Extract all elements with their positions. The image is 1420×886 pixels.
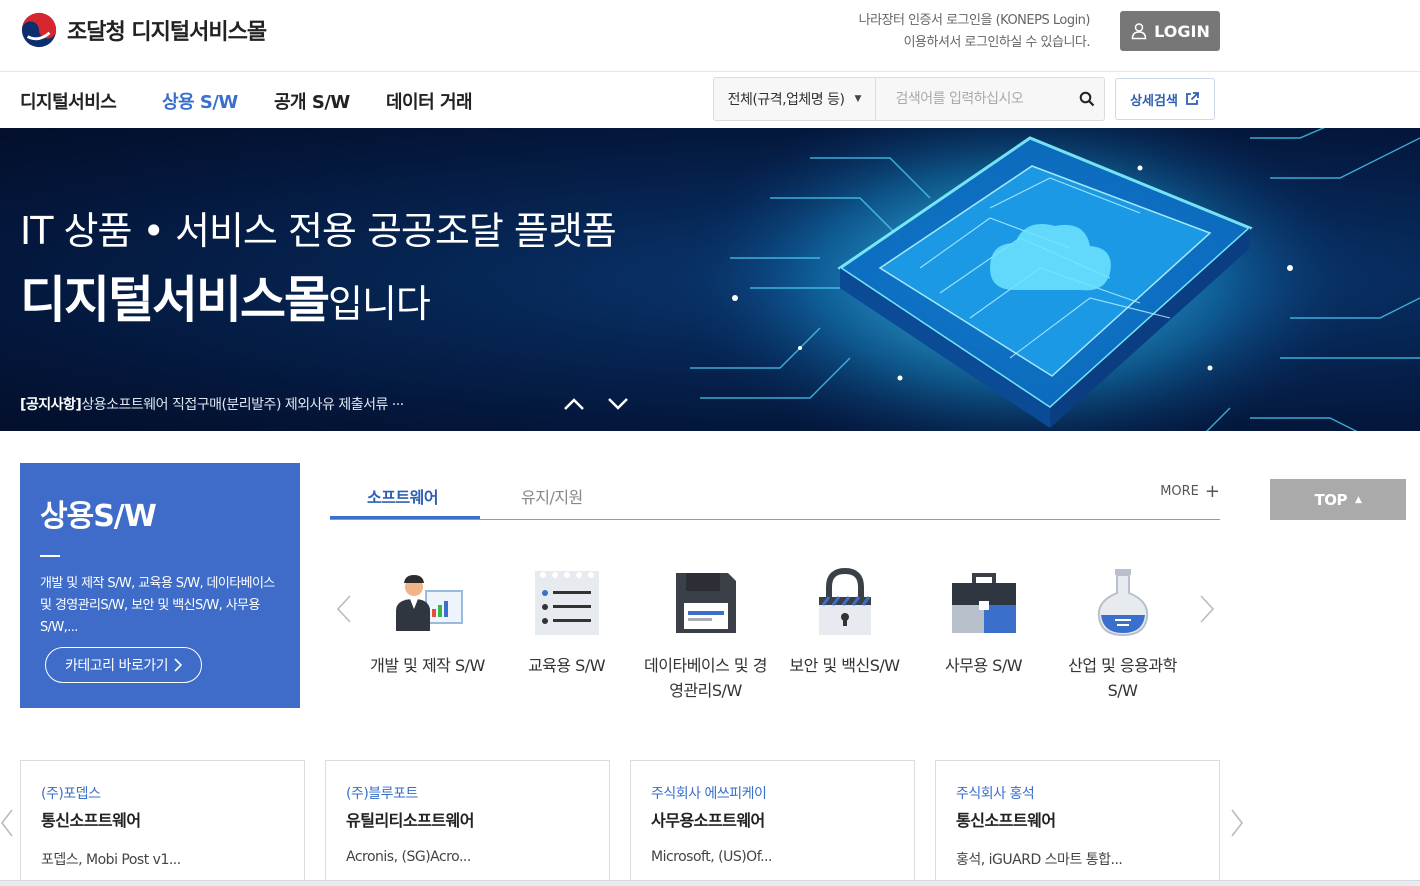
advanced-search-button[interactable]: 상세검색 (1115, 78, 1215, 120)
product-card[interactable]: (주)포뎁스 통신소프트웨어 포뎁스, Mobi Post v1... (20, 760, 305, 886)
commercial-sw-card: 상용S/W 개발 및 제작 S/W, 교육용 S/W, 데이타베이스 및 경영관… (20, 463, 300, 708)
search-scope-value: 전체(규격,업체명 등) (727, 92, 845, 108)
more-link[interactable]: MORE + (1160, 480, 1220, 502)
category-label: 보안 및 백신S/W (789, 656, 900, 675)
product-description: 홍석, iGUARD 스마트 통합... (956, 852, 1123, 868)
category-item-security[interactable]: 보안 및 백신S/W (775, 565, 914, 678)
product-description: 포뎁스, Mobi Post v1... (41, 852, 181, 868)
hero-notice[interactable]: [공지사항]상용소프트웨어 직접구매(분리발주) 제외사유 제출서류 ··· (20, 394, 404, 414)
login-info: 나라장터 인증서 로그인을 (KONEPS Login) 이용하셔서 로그인하실… (858, 10, 1091, 54)
advanced-search-label: 상세검색 (1130, 93, 1178, 109)
category-label: 사무용 S/W (944, 656, 1023, 675)
top-label: TOP (1314, 490, 1348, 509)
nav-item-commercial-sw[interactable]: 상용 S/W (162, 88, 238, 114)
product-description: Microsoft, (US)Of... (651, 849, 772, 865)
hero-subtitle: IT 상품 • 서비스 전용 공공조달 플랫폼 (20, 209, 617, 253)
category-item-science[interactable]: 산업 및 응용과학 S/W (1053, 565, 1192, 703)
login-button[interactable]: LOGIN (1120, 11, 1220, 51)
product-vendor: 주식회사 홍석 (956, 786, 1035, 802)
products-prev-icon[interactable] (0, 808, 14, 838)
tab-maintenance[interactable]: 유지/지원 (521, 484, 583, 508)
padlock-icon (818, 567, 871, 635)
notice-arrows (562, 392, 630, 416)
product-card[interactable]: 주식회사 홍석 통신소프트웨어 홍석, iGUARD 스마트 통합... (935, 760, 1220, 886)
nav-item-data-trade[interactable]: 데이터 거래 (386, 88, 473, 114)
search-scope-select[interactable]: 전체(규격,업체명 등) ▼ (714, 78, 876, 120)
floppy-disk-icon (675, 573, 736, 633)
category-item-office[interactable]: 사무용 S/W (914, 565, 1053, 678)
product-vendor: 주식회사 에쓰피케이 (651, 786, 767, 802)
hero-title-rest: 입니다 (328, 282, 431, 326)
category-item-education[interactable]: 교육용 S/W (497, 565, 636, 678)
developer-icon (395, 575, 463, 631)
circuit-chip-illustration-icon (690, 128, 1420, 431)
product-tabs: 소프트웨어 유지/지원 MORE + (330, 470, 1220, 520)
category-label: 교육용 S/W (527, 656, 606, 675)
search-icon[interactable] (1070, 78, 1104, 120)
category-item-development[interactable]: 개발 및 제작 S/W (358, 565, 497, 678)
chevron-up-icon[interactable] (562, 392, 586, 416)
product-description: Acronis, (SG)Acro... (346, 849, 471, 865)
hero-title: 디지털서비스몰입니다 (20, 260, 431, 332)
login-info-line2: 이용하셔서 로그인하실 수 있습니다. (903, 35, 1091, 50)
flask-icon (1097, 569, 1148, 637)
more-label: MORE (1160, 484, 1199, 499)
plus-icon: + (1204, 480, 1220, 502)
tab-software[interactable]: 소프트웨어 (367, 484, 439, 508)
products-next-icon[interactable] (1230, 808, 1244, 838)
logo-text: 조달청 디지털서비스몰 (67, 20, 267, 45)
card-description: 개발 및 제작 S/W, 교육용 S/W, 데이타베이스 및 경영관리S/W, … (40, 576, 275, 635)
window-bottom-edge (0, 880, 1420, 886)
carousel-prev-icon[interactable] (336, 594, 352, 624)
login-label: LOGIN (1154, 21, 1210, 41)
login-info-line1: 나라장터 인증서 로그인을 (KONEPS Login) (858, 13, 1091, 28)
briefcase-icon (951, 573, 1016, 633)
category-item-database[interactable]: 데이타베이스 및 경영관리S/W (636, 565, 775, 703)
user-icon (1131, 23, 1147, 40)
product-card[interactable]: (주)블루포트 유틸리티소프트웨어 Acronis, (SG)Acro... (325, 760, 610, 886)
product-vendor: (주)포뎁스 (41, 786, 101, 802)
search-box: 전체(규격,업체명 등) ▼ (713, 77, 1105, 121)
notice-tag: [공지사항] (20, 397, 82, 413)
category-label: 산업 및 응용과학 S/W (1068, 656, 1177, 700)
product-category: 통신소프트웨어 (41, 811, 141, 830)
notepad-icon (534, 571, 599, 635)
carousel-next-icon[interactable] (1199, 594, 1215, 624)
site-header: 조달청 디지털서비스몰 나라장터 인증서 로그인을 (KONEPS Login)… (0, 0, 1420, 72)
product-category: 유틸리티소프트웨어 (346, 811, 474, 830)
site-logo[interactable]: 조달청 디지털서비스몰 (20, 10, 267, 50)
category-shortcut-label: 카테고리 바로가기 (65, 658, 169, 674)
product-vendor: (주)블루포트 (346, 786, 418, 802)
category-list: 개발 및 제작 S/W 교육용 S/W 데이타베이스 및 경영관리S/W 보안 … (358, 565, 1192, 705)
card-divider (40, 555, 60, 557)
external-link-icon (1186, 92, 1199, 105)
product-list: (주)포뎁스 통신소프트웨어 포뎁스, Mobi Post v1... (주)블… (20, 760, 1220, 886)
caret-down-icon: ▼ (854, 94, 861, 104)
category-shortcut-button[interactable]: 카테고리 바로가기 (45, 647, 202, 683)
search-input[interactable] (875, 78, 1070, 120)
category-label: 데이타베이스 및 경영관리S/W (644, 656, 767, 700)
active-tab-underline (330, 516, 480, 519)
hero-title-strong: 디지털서비스몰 (20, 271, 330, 329)
card-title: 상용S/W (40, 499, 157, 534)
caret-up-icon: ▲ (1355, 494, 1362, 505)
nav-item-digital-service[interactable]: 디지털서비스 (20, 88, 117, 114)
chevron-right-icon (174, 658, 182, 672)
product-card[interactable]: 주식회사 에쓰피케이 사무용소프트웨어 Microsoft, (US)Of... (630, 760, 915, 886)
nav-item-open-sw[interactable]: 공개 S/W (274, 88, 350, 114)
scroll-top-button[interactable]: TOP ▲ (1270, 479, 1406, 520)
product-category: 사무용소프트웨어 (651, 811, 765, 830)
notice-text: 상용소프트웨어 직접구매(분리발주) 제외사유 제출서류 ··· (81, 397, 404, 413)
hero-banner: IT 상품 • 서비스 전용 공공조달 플랫폼 디지털서비스몰입니다 [공지사항… (0, 128, 1420, 431)
chevron-down-icon[interactable] (606, 392, 630, 416)
taegeuk-logo-icon (21, 12, 57, 48)
category-label: 개발 및 제작 S/W (370, 656, 485, 675)
main-nav: 디지털서비스 상용 S/W 공개 S/W 데이터 거래 전체(규격,업체명 등)… (0, 72, 1420, 128)
product-category: 통신소프트웨어 (956, 811, 1056, 830)
